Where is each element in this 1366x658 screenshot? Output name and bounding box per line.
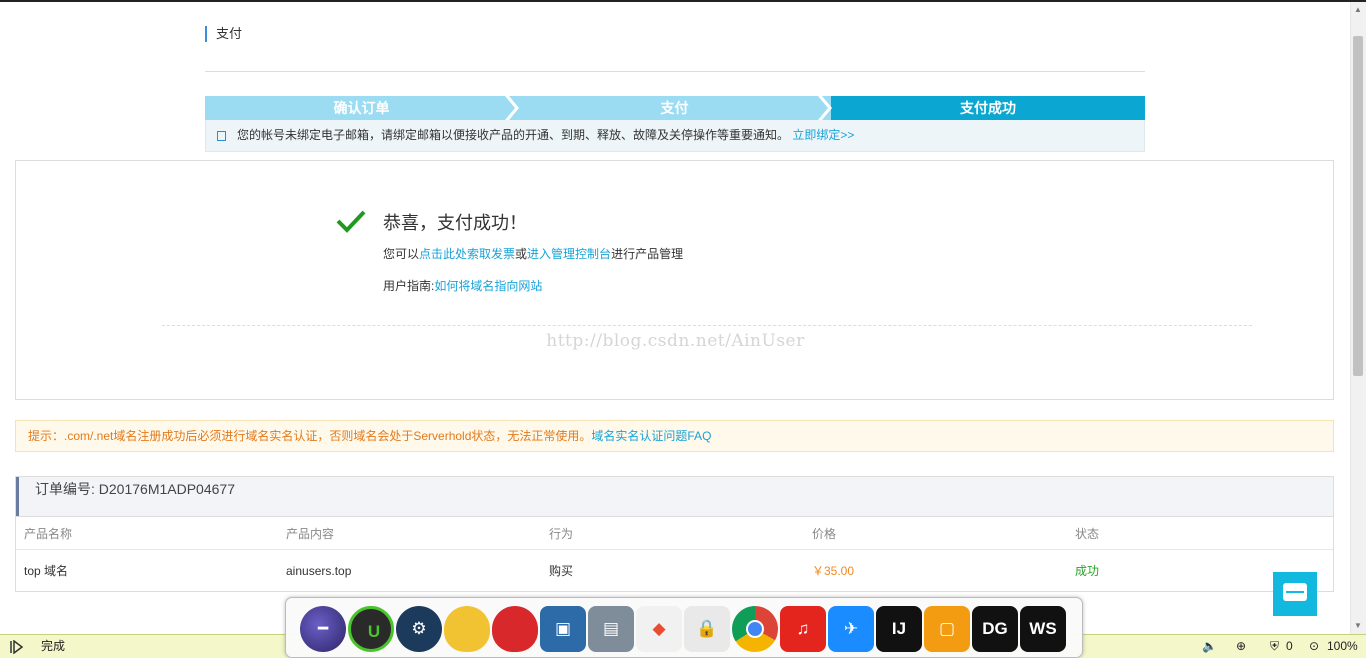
guide-prefix: 用户指南: — [383, 279, 435, 293]
cell-product-content: ainusers.top — [286, 564, 352, 578]
success-title: 恭喜，支付成功！ — [383, 213, 527, 233]
scrollbar-thumb[interactable] — [1353, 36, 1363, 376]
dashed-divider — [162, 325, 1252, 326]
tip-text: 提示：.com/.net域名注册成功后必须进行域名实名认证，否则域名会处于Ser… — [28, 429, 592, 443]
cell-product-name: top 域名 — [24, 564, 69, 578]
app-dock: ━ U ⚙ ▣ ▤ ◆ 🔒 ♫ ✈ IJ ▢ DG WS — [285, 597, 1083, 658]
lock-download-icon[interactable]: 🔒 — [684, 606, 730, 652]
cell-status: 成功 — [1075, 564, 1100, 578]
webstorm-icon[interactable]: WS — [1020, 606, 1066, 652]
control-panel-icon[interactable]: ▤ — [588, 606, 634, 652]
watermark-text: http://blog.csdn.net/AinUser — [546, 331, 805, 351]
realname-faq-link[interactable]: 域名实名认证问题FAQ — [591, 429, 711, 443]
page-load-icon — [10, 640, 23, 654]
step-confirm-order: 确认订单 — [205, 96, 518, 120]
chrome-icon[interactable] — [732, 606, 778, 652]
email-binding-notice: 您的帐号未绑定电子邮箱，请绑定邮箱以便接收产品的开通、到期、释放、故障及关停操作… — [205, 120, 1145, 152]
vertical-scrollbar[interactable]: ▲ ▼ — [1350, 2, 1366, 634]
header-action: 行为 — [549, 527, 574, 541]
user-guide-line: 用户指南:如何将域名指向网站 — [383, 277, 542, 294]
iobit-icon[interactable]: U — [348, 606, 394, 652]
check-icon — [336, 210, 366, 233]
zoom-level[interactable]: 100% — [1327, 635, 1358, 657]
netease-music-icon[interactable]: ♫ — [780, 606, 826, 652]
request-invoice-link[interactable]: 点击此处索取发票 — [419, 247, 515, 261]
yellow-app-icon[interactable] — [444, 606, 490, 652]
chat-icon — [1283, 583, 1307, 601]
success-actions-line: 您可以点击此处索取发票或进入管理控制台进行产品管理 — [383, 245, 683, 262]
speaker-icon[interactable]: 🔈 — [1202, 635, 1217, 657]
vmware-icon[interactable]: ▢ — [924, 606, 970, 652]
step-chevron-icon — [505, 96, 519, 120]
header-product-content: 产品内容 — [286, 527, 335, 541]
git-icon[interactable]: ◆ — [636, 606, 682, 652]
console-link[interactable]: 进入管理控制台 — [527, 247, 611, 261]
intellij-icon[interactable]: IJ — [876, 606, 922, 652]
steam-icon[interactable]: ⚙ — [396, 606, 442, 652]
bind-email-link[interactable]: 立即绑定>> — [792, 128, 854, 142]
mail-icon — [217, 131, 226, 141]
scroll-up-icon[interactable]: ▲ — [1350, 2, 1366, 18]
step-pay: 支付 — [518, 96, 831, 120]
order-table: 订单编号: D20176M1ADP04677 产品名称 产品内容 行为 价格 状… — [15, 476, 1334, 592]
virtualbox-icon[interactable]: ▣ — [540, 606, 586, 652]
window-top-border — [0, 0, 1366, 2]
line1-prefix: 您可以 — [383, 247, 420, 261]
page-title: 支付 — [205, 26, 242, 42]
order-header: 订单编号: D20176M1ADP04677 — [16, 477, 1333, 516]
cell-action: 购买 — [549, 564, 574, 578]
line1-or: 或 — [515, 247, 528, 261]
red-app-icon[interactable] — [492, 606, 538, 652]
eclipse-icon[interactable]: ━ — [300, 606, 346, 652]
notice-text: 您的帐号未绑定电子邮箱，请绑定邮箱以便接收产品的开通、到期、释放、故障及关停操作… — [237, 128, 790, 142]
status-text: 完成 — [41, 639, 66, 653]
title-divider — [205, 71, 1145, 72]
header-product-name: 产品名称 — [24, 527, 73, 541]
payment-steps: 确认订单 支付 支付成功 — [205, 96, 1145, 120]
extension-icon[interactable]: ⊕ — [1236, 635, 1246, 657]
table-header-row: 产品名称 产品内容 行为 价格 状态 — [16, 516, 1333, 550]
dingtalk-icon[interactable]: ✈ — [828, 606, 874, 652]
header-price: 价格 — [812, 527, 837, 541]
table-row: top 域名 ainusers.top 购买 ￥35.00 成功 — [16, 551, 1333, 591]
step-chevron-icon — [818, 96, 832, 120]
scroll-down-icon[interactable]: ▼ — [1350, 618, 1366, 634]
blocked-count: 0 — [1286, 639, 1293, 653]
online-chat-button[interactable] — [1273, 572, 1317, 616]
line1-suffix: 进行产品管理 — [611, 247, 684, 261]
step-pay-success: 支付成功 — [831, 96, 1145, 120]
cell-price: ￥35.00 — [812, 564, 855, 578]
datagrip-icon[interactable]: DG — [972, 606, 1018, 652]
realname-tip-banner: 提示：.com/.net域名注册成功后必须进行域名实名认证，否则域名会处于Ser… — [15, 420, 1334, 452]
zoom-icon[interactable]: ⊙ — [1309, 635, 1319, 657]
success-panel: 恭喜，支付成功！ 您可以点击此处索取发票或进入管理控制台进行产品管理 用户指南:… — [15, 160, 1334, 400]
shield-icon[interactable]: ⛨ — [1270, 635, 1279, 657]
domain-to-website-link[interactable]: 如何将域名指向网站 — [434, 279, 542, 293]
order-number: 订单编号: D20176M1ADP04677 — [35, 481, 235, 497]
header-status: 状态 — [1075, 527, 1100, 541]
